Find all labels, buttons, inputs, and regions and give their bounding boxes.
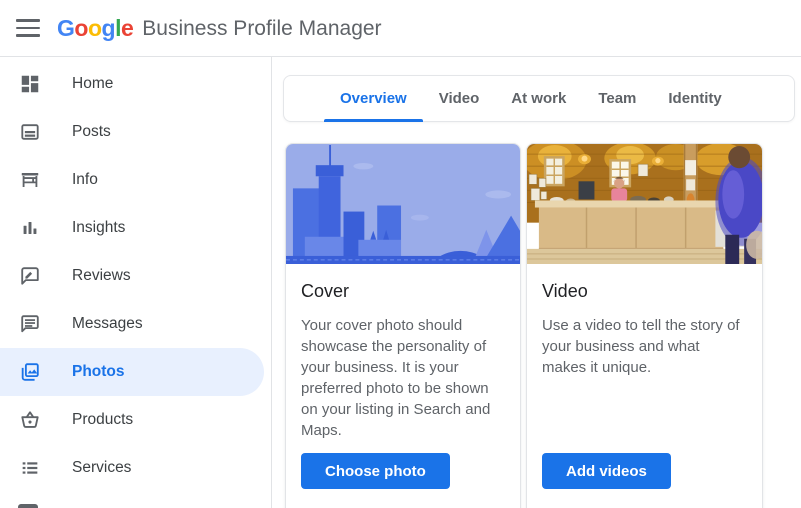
tab-video[interactable]: Video [423, 76, 496, 121]
cover-card: Cover Your cover photo should showcase t… [285, 143, 521, 508]
store-photo [527, 144, 762, 264]
chat-icon [18, 312, 42, 336]
card-description: Use a video to tell the story of your bu… [542, 317, 740, 376]
video-card: Video Use a video to tell the story of y… [526, 143, 763, 508]
card-title: Cover [301, 281, 350, 301]
tab-identity[interactable]: Identity [652, 76, 737, 121]
page-title: Business Profile Manager [142, 16, 382, 40]
storefront-icon [18, 168, 42, 192]
google-logo-word: Google [57, 15, 134, 41]
sidebar: Home Posts Info Insights Reviews Message… [0, 57, 272, 508]
sidebar-item-photos[interactable]: Photos [0, 348, 264, 396]
choose-photo-button[interactable]: Choose photo [301, 453, 450, 489]
sidebar-item-posts[interactable]: Posts [0, 108, 264, 156]
sidebar-item-services[interactable]: Services [0, 444, 264, 492]
sidebar-item-home[interactable]: Home [0, 60, 264, 108]
tab-at-work[interactable]: At work [495, 76, 582, 121]
google-logo: Google Business Profile Manager [57, 0, 382, 57]
cover-card-body: Cover Your cover photo should showcase t… [286, 264, 520, 441]
posts-icon [18, 120, 42, 144]
cover-illustration [286, 144, 520, 264]
add-videos-button[interactable]: Add videos [542, 453, 671, 489]
sidebar-item-products[interactable]: Products [0, 396, 264, 444]
business-profile-manager-app: Google Business Profile Manager Home Pos… [0, 0, 801, 508]
video-card-body: Video Use a video to tell the story of y… [527, 264, 762, 378]
bar-chart-icon [18, 216, 42, 240]
sidebar-item-info[interactable]: Info [0, 156, 264, 204]
shopping-basket-icon [18, 408, 42, 432]
dashboard-icon [18, 72, 42, 96]
photos-content: Overview Video At work Team Identity Cov… [273, 57, 801, 508]
list-icon [18, 456, 42, 480]
sidebar-item-reviews[interactable]: Reviews [0, 252, 264, 300]
card-title: Video [542, 281, 588, 301]
tab-overview[interactable]: Overview [324, 76, 423, 122]
sidebar-item-insights[interactable]: Insights [0, 204, 264, 252]
rate-review-icon [18, 264, 42, 288]
photos-tab-bar: Overview Video At work Team Identity [283, 75, 795, 122]
app-header: Google Business Profile Manager [0, 0, 801, 57]
sidebar-item-messages[interactable]: Messages [0, 300, 264, 348]
card-description: Your cover photo should showcase the per… [301, 317, 491, 439]
tab-team[interactable]: Team [582, 76, 652, 121]
partial-sidebar-icon [18, 504, 38, 508]
hamburger-menu-icon[interactable] [16, 19, 40, 37]
photo-library-icon [18, 360, 42, 384]
